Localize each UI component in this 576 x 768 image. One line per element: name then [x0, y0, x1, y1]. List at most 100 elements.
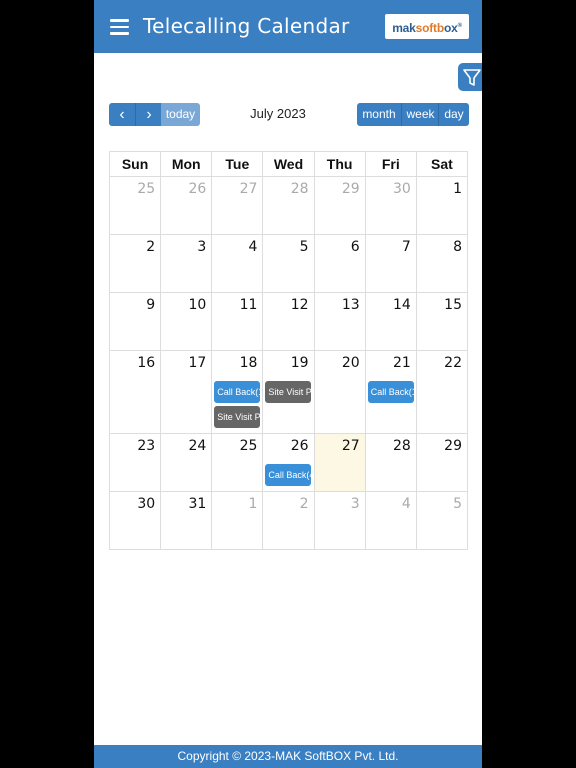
calendar-day-cell[interactable]: 5 — [263, 235, 315, 293]
calendar-day-cell[interactable]: 23 — [110, 434, 162, 492]
day-number: 20 — [341, 355, 360, 371]
day-number: 9 — [146, 297, 156, 313]
calendar-day-cell[interactable]: 27 — [314, 434, 366, 492]
calendar-day-cell[interactable]: 3 — [161, 235, 213, 293]
calendar-day-cell[interactable]: 5 — [416, 492, 468, 550]
day-number: 19 — [290, 355, 309, 371]
calendar-day-cell[interactable]: 7 — [365, 235, 417, 293]
calendar-day-cell[interactable]: 30 — [110, 492, 162, 550]
calendar-day-cell[interactable]: 18 Call Back(1 Site Visit Pl — [212, 351, 264, 434]
calendar-event[interactable]: Call Back(1 — [367, 381, 414, 403]
day-number: 2 — [146, 239, 156, 255]
calendar-event[interactable]: Site Visit Pl — [214, 406, 261, 428]
calendar-day-cell[interactable]: 14 — [365, 293, 417, 351]
filter-icon — [463, 69, 481, 86]
calendar-day-cell[interactable]: 26 Call Back(4 — [263, 434, 315, 492]
app-bar: Telecalling Calendar maksoftbox® — [94, 0, 482, 53]
calendar-day-cell[interactable]: 12 — [263, 293, 315, 351]
calendar-day-cell[interactable]: 31 — [161, 492, 213, 550]
day-number: 1 — [248, 496, 258, 512]
calendar-event[interactable]: Site Visit Pl — [265, 381, 312, 403]
calendar-day-cell[interactable]: 29 — [314, 177, 366, 235]
day-number: 8 — [453, 239, 462, 255]
calendar-event[interactable]: Call Back(4 — [265, 464, 312, 486]
hamburger-menu-icon[interactable] — [110, 19, 129, 35]
day-number: 15 — [444, 297, 462, 313]
filter-button[interactable] — [458, 63, 482, 91]
calendar-day-cell[interactable]: 8 — [416, 235, 468, 293]
day-number: 13 — [341, 297, 360, 313]
day-number: 2 — [299, 496, 309, 512]
weekday-header: Tue — [212, 152, 264, 177]
day-number: 1 — [453, 181, 462, 197]
calendar-day-cell[interactable]: 17 — [161, 351, 213, 434]
calendar-day-cell[interactable]: 25 — [212, 434, 264, 492]
day-number: 17 — [188, 355, 207, 371]
calendar-day-cell[interactable]: 25 — [110, 177, 162, 235]
calendar-day-cell[interactable]: 4 — [365, 492, 417, 550]
day-number: 29 — [444, 438, 462, 454]
day-number: 28 — [393, 438, 411, 454]
day-view-button[interactable]: day — [438, 103, 469, 126]
calendar-day-cell[interactable]: 11 — [212, 293, 264, 351]
calendar-week-row: 23 24 25 26 Call Back(4 27 28 29 — [109, 434, 468, 492]
today-button[interactable]: today — [161, 103, 200, 126]
prev-month-button[interactable]: ‹ — [109, 103, 135, 126]
calendar-day-cell[interactable]: 24 — [161, 434, 213, 492]
calendar-week-row: 9 10 11 12 13 14 15 — [109, 293, 468, 351]
calendar-day-cell[interactable]: 22 — [416, 351, 468, 434]
calendar-day-cell[interactable]: 27 — [212, 177, 264, 235]
calendar-day-cell[interactable]: 20 — [314, 351, 366, 434]
next-month-button[interactable]: › — [135, 103, 162, 126]
calendar-day-cell[interactable]: 6 — [314, 235, 366, 293]
company-logo: maksoftbox® — [385, 14, 469, 39]
calendar-week-row: 30 31 1 2 3 4 5 — [109, 492, 468, 550]
day-number: 25 — [239, 438, 258, 454]
calendar-day-cell[interactable]: 28 — [263, 177, 315, 235]
day-number: 6 — [350, 239, 360, 255]
weekday-header: Thu — [314, 152, 366, 177]
week-view-button[interactable]: week — [401, 103, 439, 126]
calendar-day-cell[interactable]: 13 — [314, 293, 366, 351]
day-number: 10 — [188, 297, 207, 313]
weekday-header: Wed — [263, 152, 315, 177]
day-number: 5 — [453, 496, 462, 512]
calendar-day-cell[interactable]: 1 — [212, 492, 264, 550]
calendar-day-cell[interactable]: 30 — [365, 177, 417, 235]
phone-screen: Telecalling Calendar maksoftbox® ‹ › tod… — [94, 0, 482, 768]
calendar-day-cell[interactable]: 16 — [110, 351, 162, 434]
calendar-event[interactable]: Call Back(1 — [214, 381, 261, 403]
calendar-day-cell[interactable]: 21 Call Back(1 — [365, 351, 417, 434]
calendar-day-cell[interactable]: 1 — [416, 177, 468, 235]
day-number: 7 — [401, 239, 411, 255]
month-title: July 2023 — [250, 106, 306, 121]
calendar-day-cell[interactable]: 28 — [365, 434, 417, 492]
calendar-day-cell[interactable]: 10 — [161, 293, 213, 351]
day-number: 16 — [137, 355, 156, 371]
month-view-button[interactable]: month — [357, 103, 401, 126]
calendar-day-cell[interactable]: 15 — [416, 293, 468, 351]
day-number: 29 — [341, 181, 360, 197]
chevron-left-icon: ‹ — [119, 106, 125, 123]
calendar-week-row: 2 3 4 5 6 7 8 — [109, 235, 468, 293]
day-number: 12 — [290, 297, 309, 313]
day-number: 4 — [401, 496, 411, 512]
calendar-day-cell[interactable]: 29 — [416, 434, 468, 492]
calendar-day-cell[interactable]: 19 Site Visit Pl — [263, 351, 315, 434]
day-number: 28 — [290, 181, 309, 197]
weekday-header: Mon — [161, 152, 213, 177]
day-number: 18 — [239, 355, 258, 371]
calendar-day-cell[interactable]: 2 — [263, 492, 315, 550]
app-title: Telecalling Calendar — [143, 14, 350, 38]
calendar-day-cell[interactable]: 26 — [161, 177, 213, 235]
month-calendar-grid: Sun Mon Tue Wed Thu Fri Sat 25 26 27 28 29 30… — [109, 151, 468, 550]
calendar-day-cell[interactable]: 2 — [110, 235, 162, 293]
day-number: 23 — [137, 438, 156, 454]
calendar-day-cell[interactable]: 3 — [314, 492, 366, 550]
weekday-header: Sat — [416, 152, 468, 177]
calendar-day-cell[interactable]: 9 — [110, 293, 162, 351]
calendar-weeks: 25 26 27 28 29 30 1 2 3 4 5 6 7 8 9 10 11 12 13 14 15 16 17 18 C… — [109, 177, 468, 550]
day-number: 11 — [239, 297, 258, 313]
calendar-day-cell[interactable]: 4 — [212, 235, 264, 293]
day-number: 26 — [290, 438, 309, 454]
